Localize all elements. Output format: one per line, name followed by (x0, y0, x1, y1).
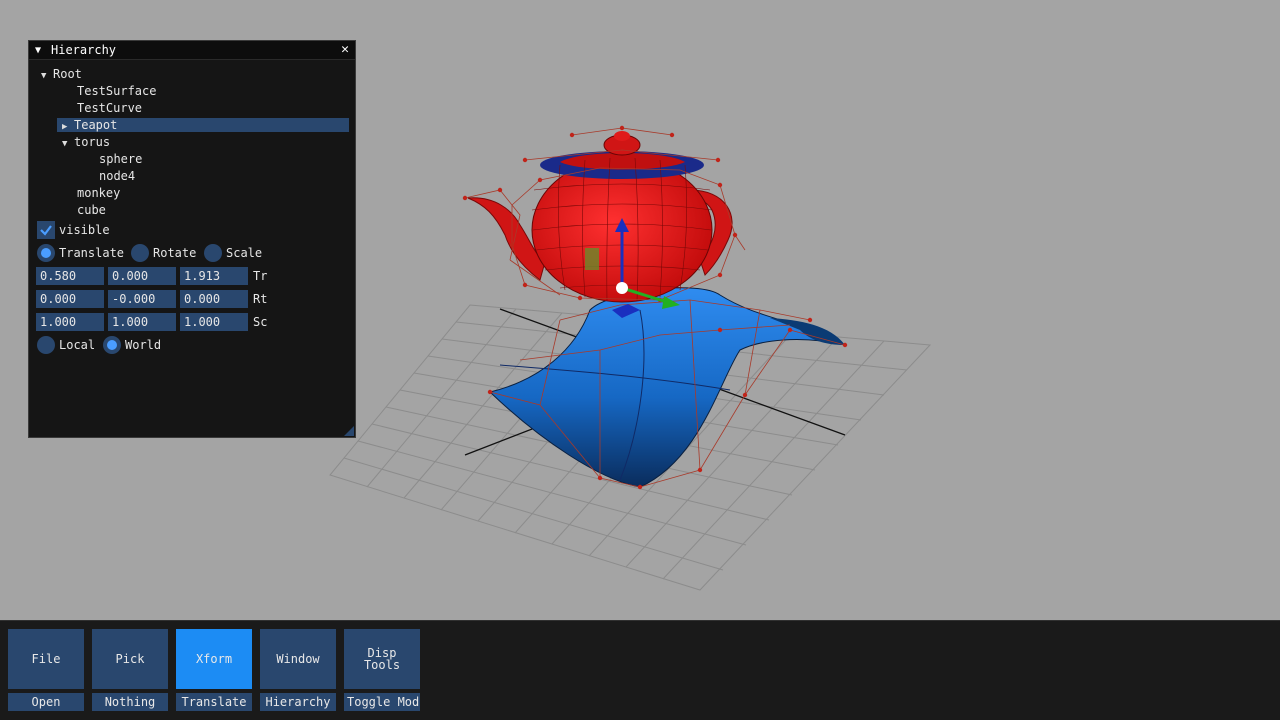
checkmark-icon (40, 225, 52, 236)
close-icon[interactable]: ✕ (341, 42, 349, 57)
tree-node-label: Root (53, 67, 82, 81)
window-button-label: Window (276, 652, 320, 666)
expand-arrow-icon[interactable]: ▼ (41, 69, 53, 83)
world-radio[interactable] (103, 336, 121, 354)
world-radio-label: World (125, 338, 162, 352)
xform-sub-button[interactable]: Translate (176, 693, 252, 711)
pick-button[interactable]: Pick (92, 629, 168, 689)
tree-node-label: node4 (99, 169, 136, 183)
scale-y-field[interactable]: 1.000 (108, 313, 176, 331)
rotate-radio-label: Rotate (153, 246, 197, 260)
file-button-label: File (31, 652, 61, 666)
window-sub-button[interactable]: Hierarchy (260, 693, 336, 711)
tree-node-teapot[interactable]: ▶ Teapot (57, 118, 349, 132)
tree-node-label: TestCurve (77, 101, 143, 115)
rotate-z-field[interactable]: 0.000 (180, 290, 248, 308)
translate-y-field[interactable]: 0.000 (108, 267, 176, 285)
tree-node-sphere[interactable]: sphere (99, 152, 142, 166)
tree-node-monkey[interactable]: monkey (77, 186, 120, 200)
hierarchy-title: Hierarchy (51, 43, 117, 57)
resize-grip-icon[interactable] (344, 426, 354, 436)
translate-z-field[interactable]: 1.913 (180, 267, 248, 285)
disp-tools-button-label: Disp Tools (363, 646, 401, 672)
tree-node-label: cube (77, 203, 106, 217)
visible-label: visible (59, 223, 110, 237)
tree-node-label: torus (74, 135, 111, 149)
file-button[interactable]: File (8, 629, 84, 689)
local-radio[interactable] (37, 336, 55, 354)
tree-node-root[interactable]: ▼ Root (41, 67, 82, 81)
scale-x-field[interactable]: 1.000 (36, 313, 104, 331)
file-sub-button[interactable]: Open (8, 693, 84, 711)
xform-button[interactable]: Xform (176, 629, 252, 689)
visible-checkbox[interactable] (37, 221, 55, 239)
translate-radio[interactable] (37, 244, 55, 262)
scale-radio[interactable] (204, 244, 222, 262)
rotate-row-label: Rt (253, 292, 268, 306)
bottom-toolbar: File Open Pick Nothing Xform Translate W… (0, 620, 1280, 720)
tree-node-label: Teapot (74, 118, 118, 132)
rotate-y-field[interactable]: -0.000 (108, 290, 176, 308)
rotate-radio[interactable] (131, 244, 149, 262)
tree-node-label: sphere (99, 152, 143, 166)
expand-arrow-icon[interactable]: ▼ (62, 137, 74, 151)
translate-radio-label: Translate (59, 246, 125, 260)
hierarchy-window[interactable]: ▼ Hierarchy ✕ ▼ Root TestSurface TestCurv… (28, 40, 356, 438)
teapot[interactable] (467, 131, 733, 303)
tree-node-node4[interactable]: node4 (99, 169, 135, 183)
xform-button-label: Xform (195, 652, 233, 666)
pick-button-label: Pick (115, 652, 145, 666)
rotate-x-field[interactable]: 0.000 (36, 290, 104, 308)
disp-tools-sub-button[interactable]: Toggle Mode (344, 693, 420, 711)
translate-x-field[interactable]: 0.580 (36, 267, 104, 285)
tree-node-label: TestSurface (77, 84, 157, 98)
tree-node-cube[interactable]: cube (77, 203, 106, 217)
translate-row-label: Tr (253, 269, 268, 283)
tree-node-torus[interactable]: ▼ torus (62, 135, 110, 149)
pick-sub-button[interactable]: Nothing (92, 693, 168, 711)
scale-row-label: Sc (253, 315, 268, 329)
scale-z-field[interactable]: 1.000 (180, 313, 248, 331)
disp-tools-button[interactable]: Disp Tools (344, 629, 420, 689)
scale-radio-label: Scale (226, 246, 263, 260)
collapse-triangle-icon[interactable]: ▼ (35, 45, 45, 56)
tree-node-testsurface[interactable]: TestSurface (77, 84, 156, 98)
local-radio-label: Local (59, 338, 96, 352)
hierarchy-titlebar[interactable]: ▼ Hierarchy ✕ (29, 41, 355, 60)
tree-node-testcurve[interactable]: TestCurve (77, 101, 142, 115)
tree-node-label: monkey (77, 186, 121, 200)
window-button[interactable]: Window (260, 629, 336, 689)
expand-arrow-icon[interactable]: ▶ (62, 120, 74, 134)
